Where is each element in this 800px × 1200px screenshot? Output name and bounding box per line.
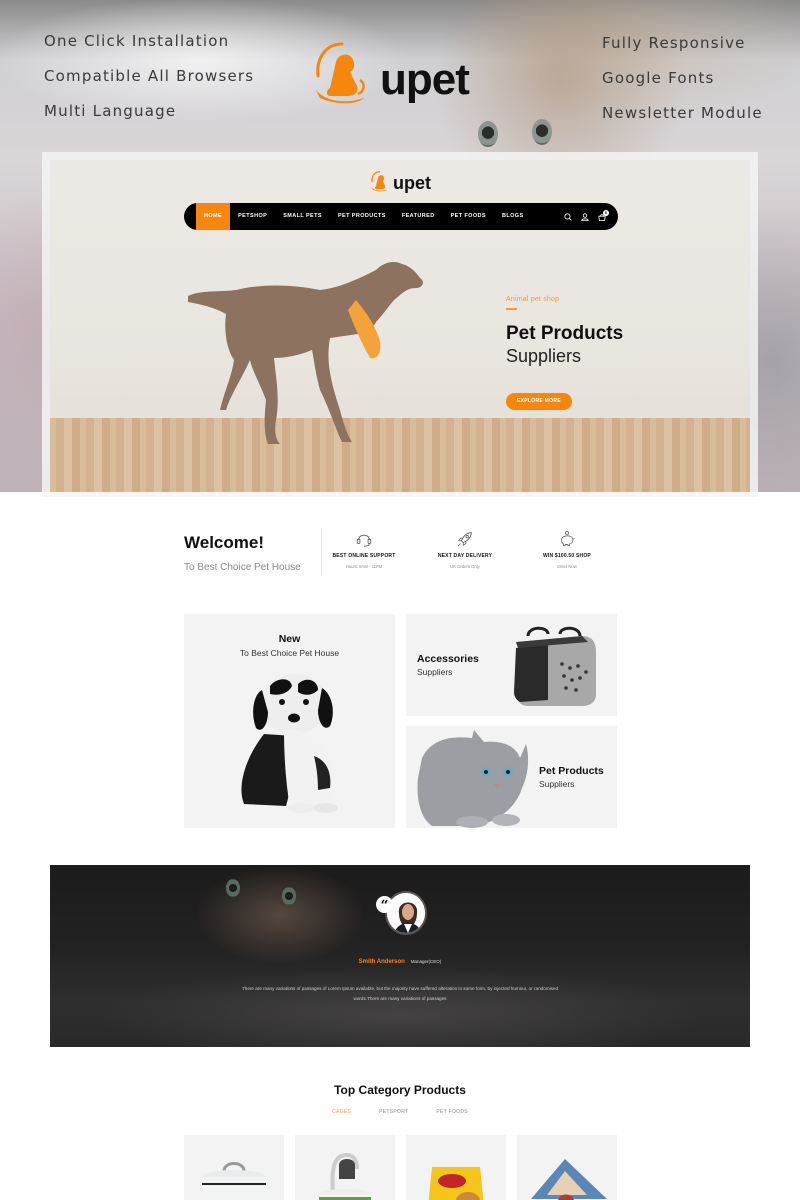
- category-tile-new[interactable]: New To Best Choice Pet House: [184, 614, 395, 828]
- nav-home[interactable]: HOME: [196, 203, 231, 230]
- tile-subtitle: Suppliers: [417, 667, 453, 677]
- welcome-subtitle: To Best Choice Pet House: [184, 562, 301, 573]
- brand-logo: upet: [312, 40, 470, 104]
- feature-item: Fully Responsive: [602, 34, 746, 52]
- nav-petshop[interactable]: PETSHOP: [230, 203, 275, 230]
- tile-subtitle: To Best Choice Pet House: [239, 648, 340, 658]
- category-tile-pet-products[interactable]: Pet Products Suppliers: [406, 726, 617, 828]
- service-subtitle: Enter Now: [557, 564, 577, 569]
- site-logo[interactable]: upet: [370, 170, 431, 192]
- pet-logo-icon: [371, 171, 388, 192]
- headset-icon: [356, 534, 372, 547]
- tab-petsport[interactable]: PETSPORT: [365, 1109, 422, 1115]
- feature-item: Google Fonts: [602, 69, 715, 87]
- cat-background-image: [226, 879, 240, 897]
- tile-copy: New To Best Choice Pet House: [184, 633, 395, 658]
- hero-title: Pet Products: [506, 323, 624, 344]
- category-tabs: CAGES PETSPORT PET FOODS: [0, 1109, 800, 1115]
- cart-button[interactable]: 0: [598, 209, 609, 221]
- tile-subtitle: Suppliers: [539, 779, 575, 789]
- service-title: BEST ONLINE SUPPORT: [332, 553, 396, 559]
- piggy-bank-icon: [561, 531, 575, 547]
- pet-carrier-image: [514, 626, 596, 706]
- hero-divider: [506, 308, 517, 310]
- tile-title: Accessories: [417, 653, 479, 665]
- service-support: BEST ONLINE SUPPORT Hours: 8AM - 11PM: [314, 530, 414, 569]
- tile-title: Pet Products: [539, 765, 604, 777]
- product-card[interactable]: [406, 1135, 506, 1200]
- testimonial-text: There are many variations of passages of…: [241, 986, 559, 1001]
- search-icon[interactable]: [564, 212, 572, 221]
- author-role: Manager(CEO): [410, 959, 442, 964]
- food-canister-image: [202, 1162, 266, 1200]
- product-card[interactable]: [517, 1135, 617, 1200]
- tab-cages[interactable]: CAGES: [318, 1109, 365, 1115]
- avatar: [385, 891, 427, 935]
- cat-background-image: [282, 887, 296, 905]
- feature-item: Compatible All Browsers: [44, 67, 255, 85]
- product-card[interactable]: [295, 1135, 395, 1200]
- quote-icon: “: [376, 896, 393, 914]
- testimonial-author: Smith Anderson Manager(CEO): [50, 959, 750, 965]
- welcome-title: Welcome!: [184, 533, 264, 552]
- service-subtitle: Hours: 8AM - 11PM: [345, 564, 383, 569]
- pet-logo-icon: [316, 42, 365, 104]
- service-title: NEXT DAY DELIVERY: [437, 553, 493, 559]
- pet-house-image: [531, 1159, 607, 1200]
- feature-list-left: One Click Installation Compatible All Br…: [44, 30, 254, 135]
- tile-title: New: [278, 633, 301, 645]
- nav-icons: 0: [564, 203, 609, 230]
- tile-copy: Pet Products Suppliers: [539, 765, 604, 789]
- service-delivery: NEXT DAY DELIVERY UK Orders Only: [415, 530, 515, 569]
- hero-kicker: Animal pet shop: [506, 296, 560, 303]
- cart-count-badge: 0: [603, 209, 609, 216]
- dog-hero-image: [188, 262, 423, 444]
- category-tile-accessories[interactable]: Accessories Suppliers: [406, 614, 617, 716]
- service-win: WIN $100.50 SHOP Enter Now: [517, 530, 617, 569]
- nav-small-pets[interactable]: SMALL PETS: [275, 203, 330, 230]
- hero-banner: upet HOME PETSHOP SMALL PETS PET PRODUCT…: [50, 160, 750, 492]
- testimonial-section: “ Smith Anderson Manager(CEO) There are …: [50, 865, 750, 1047]
- rocket-icon: [457, 532, 472, 547]
- avatar-photo: [387, 893, 425, 933]
- nav-pet-foods[interactable]: PET FOODS: [443, 203, 494, 230]
- user-icon[interactable]: [581, 212, 589, 221]
- feature-item: One Click Installation: [44, 32, 230, 50]
- tile-copy: Accessories Suppliers: [417, 653, 479, 677]
- author-name: Smith Anderson: [358, 959, 405, 965]
- kitten-background-image: [470, 115, 580, 155]
- nav-blogs[interactable]: BLOGS: [494, 203, 532, 230]
- nav-pet-products[interactable]: PET PRODUCTS: [330, 203, 394, 230]
- welcome-block: Welcome! To Best Choice Pet House: [184, 533, 301, 573]
- service-title: WIN $100.50 SHOP: [543, 553, 591, 559]
- explore-more-button[interactable]: EXPLORE MORE: [506, 393, 572, 410]
- product-card[interactable]: [184, 1135, 284, 1200]
- main-nav: HOME PETSHOP SMALL PETS PET PRODUCTS FEA…: [184, 203, 618, 230]
- hero-subtitle: Suppliers: [506, 346, 582, 366]
- feature-list-right: Fully Responsive Google Fonts Newsletter…: [602, 32, 763, 137]
- site-brand-name: upet: [393, 173, 431, 193]
- service-subtitle: UK Orders Only: [450, 564, 480, 569]
- hero-copy: Animal pet shop Pet Products Suppliers E…: [506, 296, 623, 410]
- litter-box-image: [319, 1152, 371, 1200]
- feature-item: Multi Language: [44, 102, 177, 120]
- pet-food-bag-image: [428, 1167, 484, 1200]
- kitten-image: [417, 730, 529, 828]
- brand-name: upet: [380, 55, 470, 104]
- tab-pet-foods[interactable]: PET FOODS: [422, 1109, 482, 1115]
- nav-featured[interactable]: FEATURED: [394, 203, 443, 230]
- section-title: Top Category Products: [334, 1083, 466, 1097]
- feature-item: Newsletter Module: [602, 104, 763, 122]
- puppy-image: [241, 674, 338, 813]
